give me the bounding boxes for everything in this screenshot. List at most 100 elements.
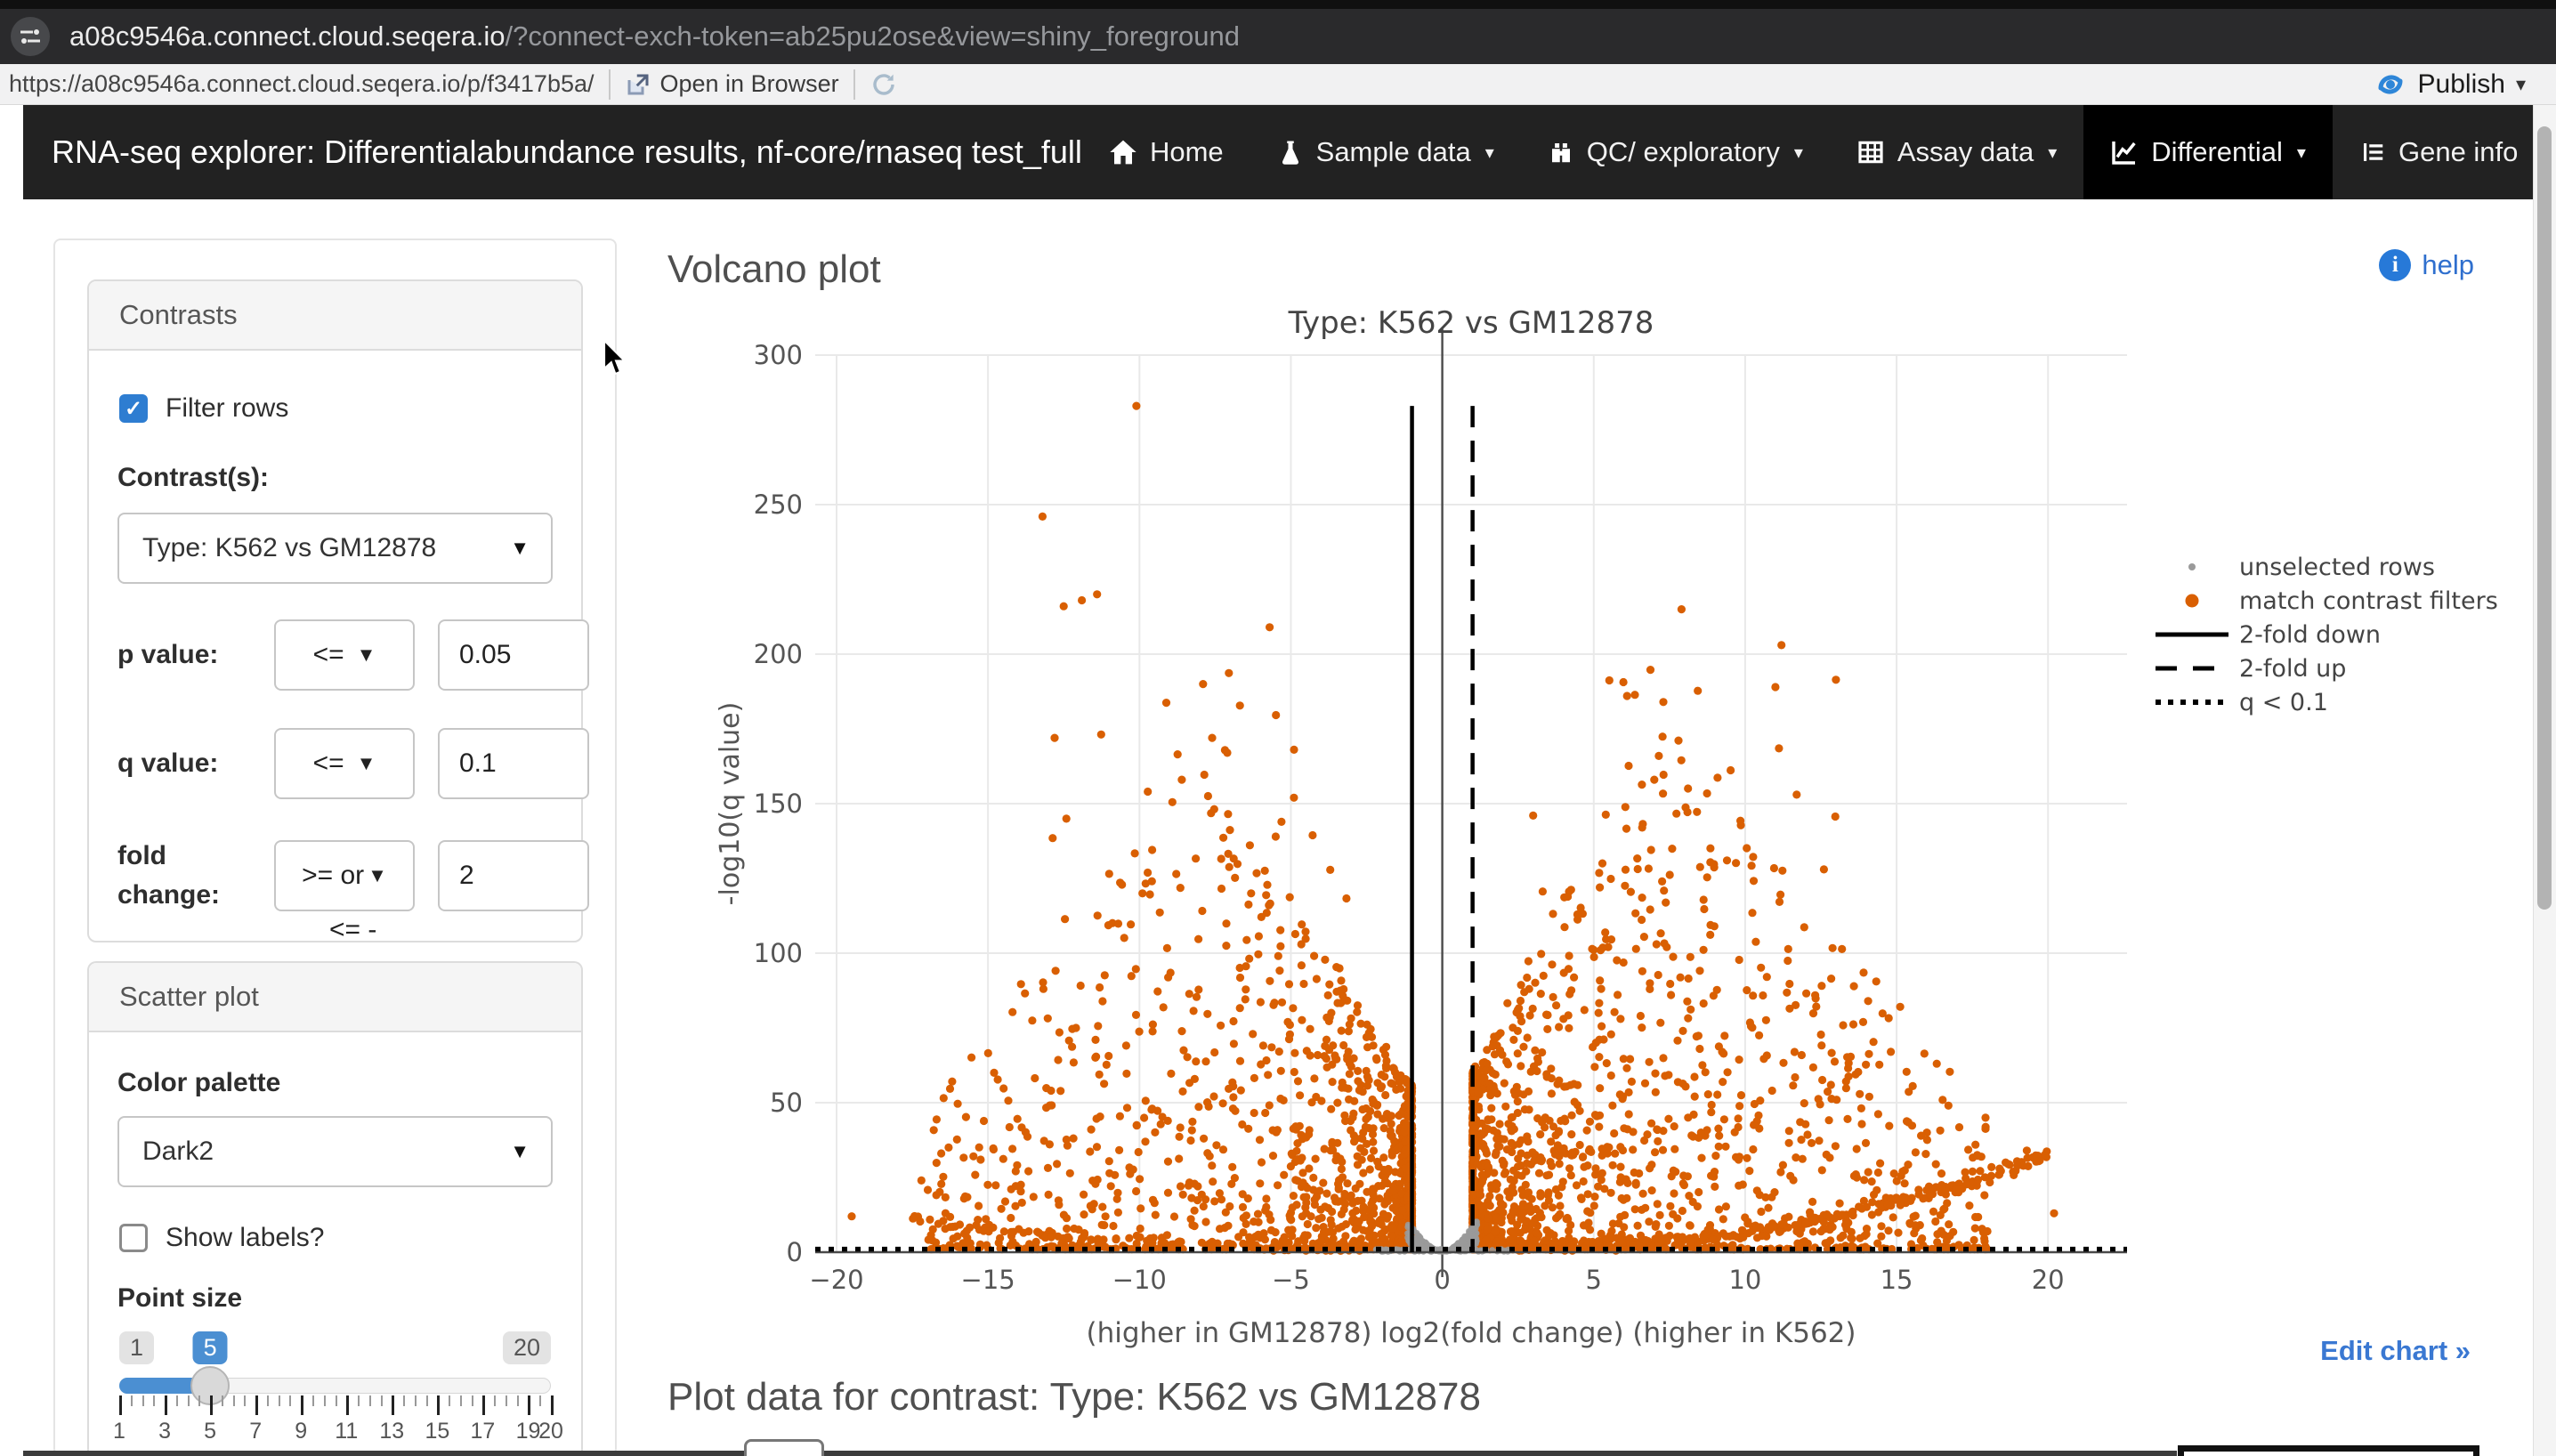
slider-tick xyxy=(449,1395,450,1406)
plot-data-heading: Plot data for contrast: Type: K562 vs GM… xyxy=(667,1375,1481,1420)
legend-item-2-fold-down[interactable]: 2-fold down xyxy=(2152,618,2498,651)
slider-min-badge: 1 xyxy=(119,1331,154,1364)
svg-text:Type: K562 vs GM12878: Type: K562 vs GM12878 xyxy=(1288,305,1654,341)
slider-tick xyxy=(426,1395,428,1406)
list-icon xyxy=(2359,138,2386,166)
edit-chart-link[interactable]: Edit chart » xyxy=(2320,1335,2471,1367)
show-labels-row[interactable]: Show labels? xyxy=(119,1223,553,1253)
mouse-cursor xyxy=(602,341,632,381)
fold-change-operator-select[interactable]: >= or▼ <= - xyxy=(274,840,415,911)
p-value-text: 0.05 xyxy=(459,640,511,670)
svg-text:300: 300 xyxy=(754,340,803,370)
home-icon xyxy=(1109,138,1137,166)
slider-tick xyxy=(506,1395,507,1406)
slider-tick-label: 19 xyxy=(516,1419,541,1444)
slider-tick-label: 13 xyxy=(379,1419,404,1444)
svg-text:15: 15 xyxy=(1881,1265,1913,1295)
browser-address-bar[interactable]: a08c9546a.connect.cloud.seqera.io/?conne… xyxy=(0,9,2556,64)
slider-tick xyxy=(131,1395,133,1406)
q-value-input[interactable]: 0.1 xyxy=(438,728,589,799)
partial-table-border xyxy=(2178,1445,2479,1456)
legend-item-match-contrast-filters[interactable]: match contrast filters xyxy=(2152,584,2498,618)
p-op-value: <= xyxy=(313,640,344,670)
slider-tick xyxy=(517,1395,519,1406)
point-size-slider[interactable]: 1 5 20 13579111315171920 xyxy=(119,1331,551,1456)
slider-tick xyxy=(210,1395,213,1415)
reload-icon[interactable] xyxy=(870,70,898,99)
partial-button[interactable] xyxy=(744,1439,824,1456)
point-size-label: Point size xyxy=(117,1283,553,1314)
svg-text:200: 200 xyxy=(754,639,803,669)
slider-tick xyxy=(255,1395,258,1415)
legend-marker-icon xyxy=(2152,659,2232,677)
legend-marker-icon xyxy=(2152,693,2232,711)
browser-tab-strip xyxy=(0,0,2556,9)
connect-toolbar: https://a08c9546a.connect.cloud.seqera.i… xyxy=(0,64,2556,105)
p-value-operator-select[interactable]: <=▼ xyxy=(274,619,415,691)
slider-tick-label: 15 xyxy=(425,1419,449,1444)
flask-icon xyxy=(1277,138,1304,166)
palette-select-caret-icon: ▼ xyxy=(510,1140,530,1163)
filter-rows-row[interactable]: ✓ Filter rows xyxy=(119,393,553,424)
filter-rows-label: Filter rows xyxy=(166,393,288,424)
slider-tick xyxy=(176,1395,178,1406)
slider-tick xyxy=(301,1395,303,1415)
nav-item-differential[interactable]: Differential▾ xyxy=(2083,105,2333,199)
fold-change-label: fold change: xyxy=(117,837,251,914)
help-link[interactable]: i help xyxy=(2379,249,2474,281)
contrast-select-caret-icon: ▼ xyxy=(510,537,530,560)
app-navbar: RNA-seq explorer: Differentialabundance … xyxy=(23,105,2533,199)
svg-text:250: 250 xyxy=(754,489,803,520)
p-value-input[interactable]: 0.05 xyxy=(438,619,589,691)
open-in-browser-label: Open in Browser xyxy=(660,70,839,98)
nav-item-assay-data[interactable]: Assay data▾ xyxy=(1830,105,2083,199)
contrasts-panel: Contrasts ✓ Filter rows Contrast(s): Typ… xyxy=(87,279,583,942)
fold-change-input[interactable]: 2 xyxy=(438,840,589,911)
nav-item-sample-data[interactable]: Sample data▾ xyxy=(1250,105,1521,199)
nav-item-label: Gene info xyxy=(2398,136,2518,168)
legend-label: 2-fold down xyxy=(2239,621,2381,649)
site-settings-icon[interactable] xyxy=(11,17,50,56)
legend-item-unselected-rows[interactable]: unselected rows xyxy=(2152,550,2498,584)
svg-text:10: 10 xyxy=(1728,1265,1761,1295)
nav-caret-icon: ▾ xyxy=(2297,142,2306,164)
legend-item-q-0-1[interactable]: q < 0.1 xyxy=(2152,685,2498,719)
nav-caret-icon: ▾ xyxy=(1485,142,1494,164)
filter-rows-checkbox[interactable]: ✓ xyxy=(119,394,148,423)
slider-tick xyxy=(165,1395,167,1415)
scrollbar-thumb[interactable] xyxy=(2537,126,2552,910)
nav-item-gene-info[interactable]: Gene info xyxy=(2333,105,2544,199)
legend-label: q < 0.1 xyxy=(2239,689,2328,716)
slider-value-badge: 5 xyxy=(193,1331,228,1364)
svg-text:−10: −10 xyxy=(1112,1265,1167,1295)
nav-item-label: Home xyxy=(1150,136,1224,168)
slider-tick xyxy=(437,1395,440,1415)
svg-text:20: 20 xyxy=(2032,1265,2065,1295)
info-icon: i xyxy=(2379,249,2411,281)
page-scrollbar[interactable] xyxy=(2533,105,2556,1456)
url-text[interactable]: a08c9546a.connect.cloud.seqera.io/?conne… xyxy=(69,20,1240,53)
volcano-plot[interactable]: −20−15−10−505101520050100150200250300Typ… xyxy=(685,303,2180,1384)
point-size-slider-ticks xyxy=(119,1395,551,1417)
color-palette-select[interactable]: Dark2 ▼ xyxy=(117,1116,553,1187)
app-title: RNA-seq explorer: Differentialabundance … xyxy=(52,133,1082,171)
slider-tick xyxy=(119,1395,122,1415)
publish-button[interactable]: Publish ▾ xyxy=(2374,64,2526,105)
slider-max-badge: 20 xyxy=(503,1331,551,1364)
show-labels-checkbox[interactable] xyxy=(119,1224,148,1252)
nav-item-home[interactable]: Home xyxy=(1082,105,1250,199)
q-op-value: <= xyxy=(313,748,344,779)
legend-item-2-fold-up[interactable]: 2-fold up xyxy=(2152,651,2498,685)
q-value-operator-select[interactable]: <=▼ xyxy=(274,728,415,799)
contrast-select[interactable]: Type: K562 vs GM12878 ▼ xyxy=(117,513,553,584)
slider-tick xyxy=(336,1395,337,1406)
nav-item-qc-exploratory[interactable]: QC/ exploratory▾ xyxy=(1521,105,1830,199)
open-in-browser-button[interactable]: Open in Browser xyxy=(625,70,839,98)
sidebar: Contrasts ✓ Filter rows Contrast(s): Typ… xyxy=(53,239,617,1456)
toolbar-divider xyxy=(609,69,611,100)
fold-op-overflow-text: <= - xyxy=(329,915,376,945)
publish-label: Publish xyxy=(2418,69,2505,100)
show-labels-label: Show labels? xyxy=(166,1223,324,1253)
publish-icon xyxy=(2374,68,2407,101)
svg-text:(higher in GM12878) log2(fold: (higher in GM12878) log2(fold change) (h… xyxy=(1087,1317,1856,1349)
